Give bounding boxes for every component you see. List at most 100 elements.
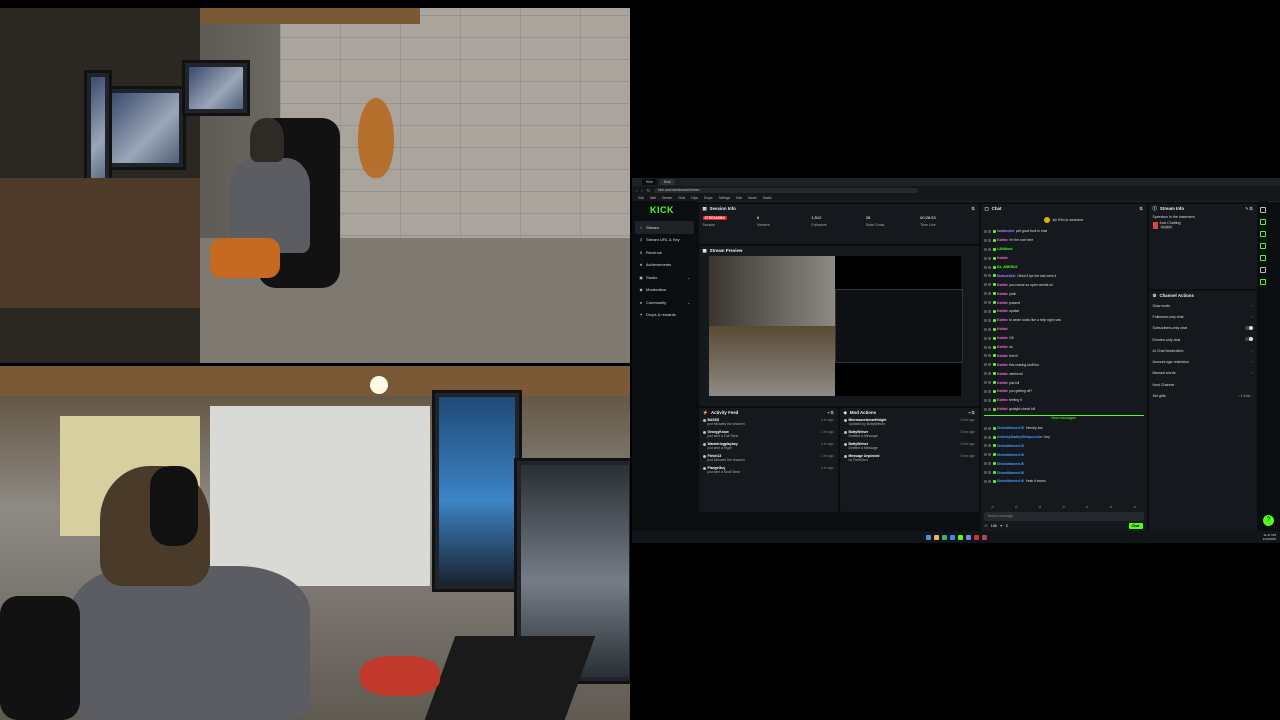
back-icon[interactable]: ‹ [636,188,637,193]
mod-icon[interactable] [988,372,992,376]
channel-action-item[interactable]: Account age restriction › [1149,356,1257,367]
chat-message[interactable]: Kolteb feeling it [983,396,1144,405]
gift-icon[interactable]: ✦ [1000,524,1003,528]
bookmark[interactable]: Stream [662,196,672,200]
tool-icon[interactable] [1260,279,1267,285]
bookmark[interactable]: Kick [736,196,742,200]
mod-icon[interactable] [983,389,987,393]
emote-icon[interactable]: ♫ [1015,504,1018,512]
chat-username[interactable]: Kolteb [997,381,1008,385]
chat-username[interactable]: Kolteb [997,336,1008,340]
mod-icon[interactable] [988,354,992,358]
bookmark[interactable]: Chat [678,196,685,200]
edit-icon[interactable]: ✎ ⧉ [1245,206,1252,211]
chat-username[interactable]: Ka_ANKNO2 [997,265,1018,269]
chat-message[interactable]: ShimaMannerUK [983,459,1144,468]
mod-icon[interactable] [988,462,992,466]
sidebar-item-stream-url-key[interactable]: ⚷ Stream URL & Key [632,234,697,247]
chat-message[interactable]: ShimaMannerUK friendly ass [983,424,1144,433]
mod-icon[interactable] [988,265,992,269]
emote-icon[interactable]: ♫ [1133,504,1136,512]
mod-icon[interactable] [988,229,992,233]
chat-input[interactable]: Send a message [983,512,1144,521]
chat-message[interactable]: lootbucket yall good fuck in chat [983,227,1144,236]
chevron-right-icon[interactable]: › [1251,315,1252,319]
emote-icon[interactable]: ♫ [1062,504,1065,512]
bookmark[interactable]: Home [748,196,757,200]
mod-icon[interactable] [983,435,987,439]
chat-username[interactable]: LANdlord [997,247,1012,251]
mod-icon[interactable] [988,283,992,287]
chat-username[interactable]: ShimaMannerUK [997,462,1024,466]
mod-icon[interactable] [988,471,992,475]
sidebar-item-drops-rewards[interactable]: ✦ Drops & rewards [632,309,697,322]
chat-message[interactable]: Nutbucklist i liked it lye the last ones … [983,271,1144,280]
chat-message[interactable]: Kolteb weekend [983,369,1144,378]
chat-message[interactable]: Kolteb you house so open weirds lol [983,280,1144,289]
chat-message[interactable]: Kolteb just kill [983,378,1144,387]
chat-message[interactable]: Kolteb first ill [983,351,1144,360]
channel-action-item[interactable]: Host Channel [1149,379,1257,390]
mod-icon[interactable] [983,283,987,287]
pinned-message[interactable]: lyk Rfm is welcome [981,213,1147,227]
chevron-right-icon[interactable]: › 1 Kick › [1238,394,1252,398]
chevron-right-icon[interactable]: › [1251,349,1252,353]
app-icon[interactable] [941,534,947,540]
mod-icon[interactable] [988,381,992,385]
chat-username[interactable]: Nutbucklist [997,274,1015,278]
chat-message[interactable]: LANdlord [983,245,1144,254]
filter-icon[interactable]: ▾ ⧉ [828,410,834,415]
mod-icon[interactable] [983,327,987,331]
chat-message[interactable]: Kolteb this making stuff too [983,360,1144,369]
chat-message[interactable]: Kolteb you getting off? [983,387,1144,396]
bookmark[interactable]: Studio [763,196,772,200]
mod-icon[interactable] [983,462,987,466]
tool-icon[interactable] [1260,243,1267,249]
chat-message[interactable]: Kolteb to wrote looks like a help right n… [983,316,1144,325]
mod-icon[interactable] [988,301,992,305]
app-icon[interactable] [981,534,987,540]
bookmark[interactable]: Drops [704,196,713,200]
chat-message[interactable]: ShimaMannerUK [983,450,1144,459]
mod-icon[interactable] [988,345,992,349]
mod-icon[interactable] [983,453,987,457]
chat-message[interactable]: ShimaMannerUK Yeah it works [983,477,1144,486]
chat-message[interactable]: ShimaMannerUK [983,468,1144,477]
popout-icon[interactable]: ⧉ [972,206,975,211]
mod-icon[interactable] [988,444,992,448]
tool-icon[interactable] [1260,219,1267,225]
reload-icon[interactable]: ↻ [647,188,650,193]
windows-start-icon[interactable] [925,534,931,540]
sidebar-item-revenue[interactable]: $ Revenue [632,246,697,259]
chat-username[interactable]: Kolteb [997,389,1008,393]
sidebar-item-achievements[interactable]: ★ Achievements [632,259,697,272]
chat-message[interactable]: Kolteb gotright check kill [983,405,1144,414]
chat-message[interactable]: Kolteb i'm the one here [983,236,1144,245]
channel-action-item[interactable]: Subscribers-only chat [1149,323,1257,334]
toggle-switch[interactable] [1244,337,1253,342]
mod-icon[interactable] [988,238,992,242]
mod-icon[interactable] [983,256,987,260]
toggle-switch[interactable] [1244,325,1253,330]
emote-icon[interactable]: ♫ [991,504,994,512]
mod-icon[interactable] [983,479,987,483]
sidebar-item-community[interactable]: ● Community ⌄ [632,296,697,309]
channel-action-item[interactable]: Slow mode › [1149,300,1257,311]
chat-username[interactable]: Kolteb [997,309,1008,313]
chat-message[interactable]: Kolteb passed [983,298,1144,307]
mod-icon[interactable] [983,345,987,349]
mod-icon[interactable] [983,372,987,376]
emote-icon[interactable]: ♫ [1086,504,1089,512]
mod-icon[interactable] [983,238,987,242]
chat-send-button[interactable]: Chat [1128,523,1143,529]
channel-action-item[interactable]: Set gifts › 1 Kick › [1149,390,1257,401]
chat-username[interactable]: ShimaMannerUK [997,453,1024,457]
toggle-control[interactable] [1244,325,1253,331]
chat-message[interactable]: Kolteb [983,254,1144,263]
chrome-icon[interactable] [949,534,955,540]
browser-tab[interactable]: Kick [659,179,675,185]
channel-action-item[interactable]: Emotes-only chat [1149,334,1257,345]
folder-icon[interactable] [933,534,939,540]
mod-icon[interactable] [988,274,992,278]
mod-icon[interactable] [983,363,987,367]
